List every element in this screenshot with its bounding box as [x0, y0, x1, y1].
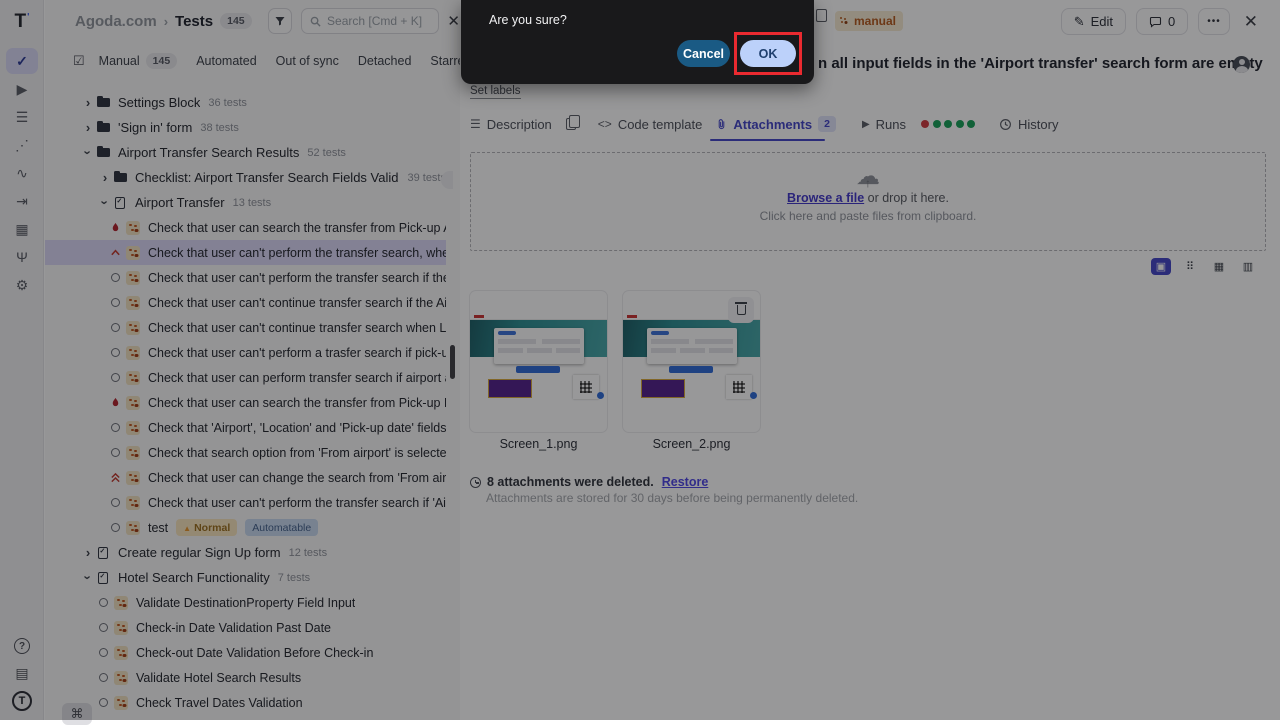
modal-dim-overlay [0, 0, 1280, 720]
cancel-button[interactable]: Cancel [677, 40, 730, 67]
annotation-highlight-box [734, 32, 802, 75]
dialog-title: Are you sure? [489, 13, 567, 27]
